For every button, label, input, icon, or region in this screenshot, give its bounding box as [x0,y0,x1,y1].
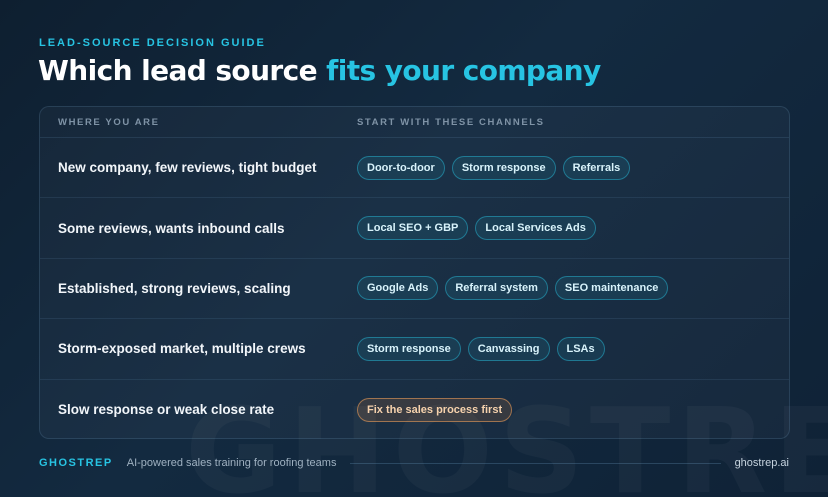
channel-chips: Storm response Canvassing LSAs [357,336,605,361]
decision-table: WHERE YOU ARE START WITH THESE CHANNELS … [39,106,790,439]
footer-site: ghostrep.ai [734,457,789,469]
channel-chips: Fix the sales process first [357,397,513,422]
table-row: Established, strong reviews, scaling Goo… [40,259,789,320]
eyebrow-label: LEAD-SOURCE DECISION GUIDE [39,37,266,49]
table-row: New company, few reviews, tight budget D… [40,138,789,199]
header-channels: START WITH THESE CHANNELS [357,116,545,128]
channel-chip: Storm response [451,155,556,180]
table-row: Storm-exposed market, multiple crews Sto… [40,319,789,380]
table-row: Slow response or weak close rate Fix the… [40,380,789,438]
header-where-you-are: WHERE YOU ARE [58,116,160,128]
footer: GHOSTREP AI-powered sales training for r… [39,457,789,469]
channel-chip: Door-to-door [357,155,445,180]
channel-chip: Referrals [562,155,631,180]
footer-tagline: AI-powered sales training for roofing te… [126,457,337,469]
channel-chip: SEO maintenance [554,276,669,301]
title-accent: fits your company [326,54,601,87]
footer-brand: GHOSTREP [39,457,113,469]
channel-chip: Referral system [445,276,548,301]
title-main: Which lead source [38,54,327,87]
table-row: Some reviews, wants inbound calls Local … [40,198,789,259]
footer-divider [350,462,721,464]
channel-chips: Door-to-door Storm response Referrals [357,155,631,180]
row-situation: New company, few reviews, tight budget [58,160,317,176]
page-title: Which lead source fits your company [38,54,601,87]
channel-chip: Canvassing [467,336,550,361]
channel-chips: Local SEO + GBP Local Services Ads [357,216,596,241]
channel-chips: Google Ads Referral system SEO maintenan… [357,276,669,301]
warning-chip: Fix the sales process first [357,397,513,422]
channel-chip: Local Services Ads [475,216,596,241]
row-situation: Slow response or weak close rate [58,402,275,418]
table-header: WHERE YOU ARE START WITH THESE CHANNELS [40,107,789,138]
channel-chip: Google Ads [357,276,439,301]
row-situation: Established, strong reviews, scaling [58,280,291,296]
row-situation: Storm-exposed market, multiple crews [58,341,306,357]
channel-chip: Local SEO + GBP [357,216,469,241]
channel-chip: LSAs [556,336,605,361]
row-situation: Some reviews, wants inbound calls [58,220,285,236]
channel-chip: Storm response [357,336,461,361]
